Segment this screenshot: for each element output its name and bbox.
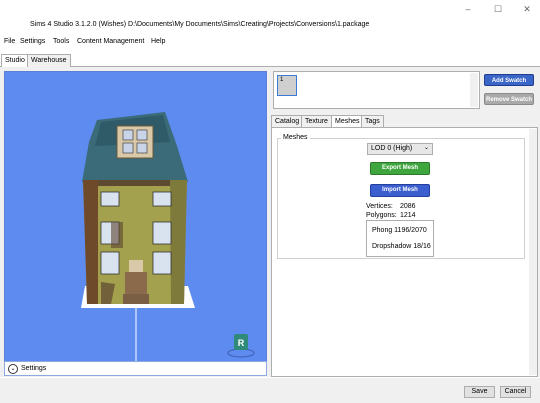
window-title: Sims 4 Studio 3.1.2.0 (Wishes) D:\Docume… (30, 21, 370, 28)
cornice (98, 180, 170, 186)
shader-item[interactable]: Dropshadow 18/16 (372, 243, 431, 250)
badge-ring (227, 348, 255, 358)
cancel-button[interactable]: Cancel (500, 386, 531, 398)
shader-item[interactable]: Phong 1196/2070 (372, 227, 427, 234)
r-badge-letter: R (238, 338, 245, 348)
import-mesh-button[interactable]: Import Mesh (370, 184, 430, 197)
chevron-down-icon: ⌄ (423, 145, 429, 151)
menu-bar: File Settings Tools Content Management H… (0, 37, 540, 49)
tab-warehouse[interactable]: Warehouse (27, 54, 71, 67)
shadow-patch (111, 222, 123, 248)
window (152, 221, 172, 245)
menu-help[interactable]: Help (151, 38, 165, 45)
export-mesh-button[interactable]: Export Mesh (370, 162, 430, 175)
polygons-label: Polygons: (366, 212, 397, 219)
building-model: R (81, 112, 255, 364)
window (100, 251, 120, 275)
window (152, 251, 172, 275)
tab-catalog[interactable]: Catalog (271, 115, 304, 127)
panel-scrollbar[interactable] (529, 129, 537, 375)
window (100, 191, 120, 207)
door-transom (129, 260, 143, 272)
menu-settings[interactable]: Settings (20, 38, 45, 45)
facade-right-edge (170, 180, 187, 304)
vertices-value: 2086 (400, 203, 416, 210)
right-tab-strip: Catalog Texture Meshes Tags (271, 115, 538, 128)
dormer-window-4 (136, 142, 148, 154)
swatch-scrollbar[interactable] (470, 73, 478, 107)
dormer-window-1 (122, 129, 134, 141)
tab-texture[interactable]: Texture (301, 115, 332, 127)
shader-list[interactable]: Phong 1196/2070 Dropshadow 18/16 (366, 220, 434, 257)
close-icon[interactable]: ✕ (521, 4, 533, 14)
meshes-group-label: Meshes (281, 134, 310, 141)
tab-tags[interactable]: Tags (361, 115, 384, 127)
minimize-icon[interactable]: – (462, 4, 474, 14)
settings-label[interactable]: Settings (21, 365, 46, 372)
lod-select[interactable]: LOD 0 (High) ⌄ (367, 143, 433, 155)
title-bar: Sims 4 Studio 3.1.2.0 (Wishes) D:\Docume… (0, 0, 540, 37)
dormer-window-3 (122, 142, 134, 154)
polygons-value: 1214 (400, 212, 416, 219)
menu-content-management[interactable]: Content Management (77, 38, 144, 45)
3d-viewport[interactable]: R (4, 71, 267, 376)
add-swatch-button[interactable]: Add Swatch (484, 74, 534, 86)
footer-bar (0, 378, 540, 403)
lod-select-value: LOD 0 (High) (371, 145, 413, 152)
vertices-label: Vertices: (366, 203, 393, 210)
save-button[interactable]: Save (464, 386, 495, 398)
maximize-icon[interactable]: ☐ (492, 4, 504, 14)
swatch-number: 1 (280, 77, 284, 83)
tab-studio[interactable]: Studio (1, 54, 29, 68)
settings-strip[interactable]: ⌄ Settings (4, 361, 267, 376)
chevron-down-icon[interactable]: ⌄ (8, 364, 18, 374)
dormer-window-2 (136, 129, 148, 141)
menu-file[interactable]: File (4, 38, 15, 45)
menu-tools[interactable]: Tools (53, 38, 69, 45)
top-tab-strip: Studio Warehouse (0, 54, 540, 68)
window (152, 191, 172, 207)
dormer (116, 125, 154, 159)
swatch-list[interactable]: 1 (273, 71, 480, 109)
stairs (123, 294, 149, 304)
swatch-item[interactable]: 1 (277, 75, 297, 96)
remove-swatch-button[interactable]: Remove Swatch (484, 93, 534, 105)
facade-left-edge (83, 180, 98, 304)
